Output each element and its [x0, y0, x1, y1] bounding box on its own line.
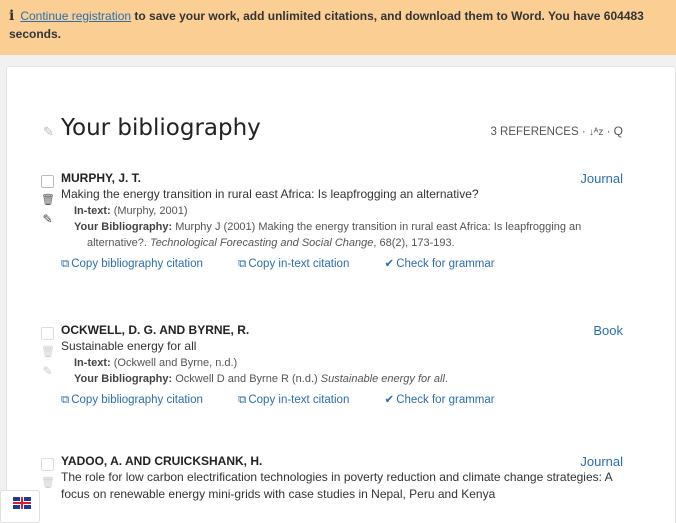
page-title: Your bibliography [61, 115, 261, 141]
trash-icon[interactable]: 🗑 [41, 193, 55, 206]
copy-intext-button[interactable]: ⧉ Copy in-text citation [238, 394, 365, 406]
bibliography-entry: Your Bibliography: Murphy J (2001) Makin… [74, 221, 582, 249]
seconds-counter: 604483 [603, 9, 644, 23]
reference-title: The role for low carbon electrification … [61, 470, 612, 501]
reference-title: Sustainable energy for all [61, 339, 197, 353]
reference-checkbox[interactable] [41, 327, 54, 340]
bibliography-entry: Your Bibliography: Ockwell D and Byrne R… [74, 373, 448, 385]
reference-author: MURPHY, J. T. [61, 171, 142, 185]
reference-checkbox[interactable] [41, 175, 54, 188]
check-icon: ✔ [384, 394, 395, 406]
check-grammar-button[interactable]: ✔ Check for grammar [385, 394, 511, 406]
continue-registration-link[interactable]: Continue registration [20, 9, 131, 23]
check-grammar-button[interactable]: ✔ Check for grammar [385, 258, 511, 270]
reference-actions: ⧉ Copy bibliography citation ⧉ Copy in-tex… [61, 392, 621, 407]
search-icon[interactable]: Q [614, 124, 623, 138]
registration-banner: i Continue registration to save your work… [0, 0, 676, 55]
reference-type: Journal [580, 454, 623, 469]
pencil-icon[interactable]: ✎ [41, 212, 54, 226]
reference-count: 3 REFERENCES [490, 126, 579, 138]
intext-citation: In-text: (Ockwell and Byrne, n.d.) [74, 357, 238, 369]
reference-checkbox[interactable] [41, 458, 54, 471]
pencil-icon[interactable]: ✎ [41, 364, 54, 378]
reference-author: OCKWELL, D. G. AND BYRNE, R. [61, 323, 250, 337]
copy-intext-button[interactable]: ⧉ Copy in-text citation [238, 258, 365, 270]
reference-type: Journal [580, 171, 623, 186]
info-icon: i [9, 8, 15, 24]
bibliography-card: ✎ Your bibliography 3 REFERENCES · ↓ᴬz ·… [6, 66, 676, 523]
copy-icon: ⧉ [238, 394, 247, 406]
trash-icon[interactable]: 🗑 [41, 345, 55, 358]
reference-actions: ⧉ Copy bibliography citation ⧉ Copy in-tex… [61, 256, 621, 271]
copy-icon: ⧉ [61, 394, 70, 406]
edit-title-icon[interactable]: ✎ [43, 124, 54, 140]
bibliography-tools: 3 REFERENCES · ↓ᴬz · Q [490, 124, 623, 138]
reference-title: Making the energy transition in rural ea… [61, 187, 479, 201]
copy-bibliography-button[interactable]: ⧉ Copy bibliography citation [61, 258, 219, 270]
uk-flag-icon [13, 497, 31, 509]
trash-icon[interactable]: 🗑 [41, 476, 55, 489]
copy-icon: ⧉ [238, 258, 247, 270]
sort-icon[interactable]: ↓ᴬz [589, 127, 604, 138]
language-selector[interactable] [0, 490, 40, 523]
reference-type: Book [593, 323, 623, 338]
reference-author: YADOO, A. AND CRUICKSHANK, H. [61, 454, 263, 468]
copy-icon: ⧉ [61, 258, 70, 270]
check-icon: ✔ [384, 258, 395, 270]
copy-bibliography-button[interactable]: ⧉ Copy bibliography citation [61, 394, 219, 406]
intext-citation: In-text: (Murphy, 2001) [74, 205, 188, 217]
bibliography-header: ✎ Your bibliography 3 REFERENCES · ↓ᴬz ·… [7, 115, 676, 149]
